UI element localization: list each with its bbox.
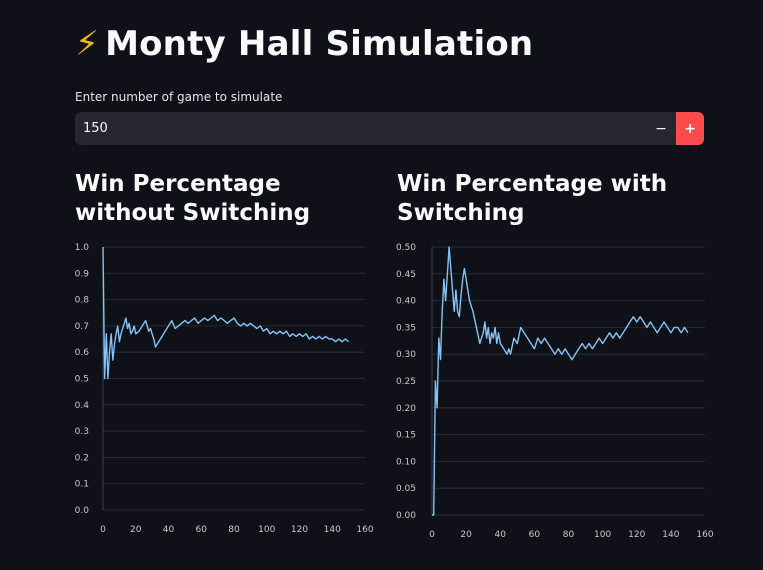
y-tick-label: 0.20: [396, 404, 416, 414]
x-tick-label: 140: [324, 525, 341, 535]
x-tick-label: 20: [460, 530, 472, 540]
y-tick-label: 0.15: [396, 431, 416, 441]
x-tick-label: 80: [563, 530, 575, 540]
x-tick-label: 60: [529, 530, 541, 540]
x-tick-label: 160: [696, 530, 713, 540]
chart-title-switch: Win Percentage with Switching: [397, 171, 668, 226]
y-tick-label: 0.6: [75, 348, 90, 358]
y-tick-label: 0.4: [75, 401, 90, 411]
x-tick-label: 40: [495, 530, 507, 540]
games-number-input: 150 − +: [75, 112, 704, 145]
chart-no-switch: 0.0 0.1 0.2 0.3 0.4 0.5 0.6 0.7 0.8 0.9 1.0 0 20 40 60…: [75, 243, 374, 535]
x-tick-label: 100: [258, 525, 275, 535]
page-title: ⚡ Monty Hall Simulation: [75, 24, 533, 64]
y-tick-label: 0.7: [75, 322, 89, 332]
y-tick-label: 0.8: [75, 296, 90, 306]
x-tick-label: 100: [594, 530, 611, 540]
y-tick-label: 0.1: [75, 480, 89, 490]
y-tick-label: 0.50: [396, 243, 416, 253]
y-tick-label: 0.0: [75, 506, 90, 516]
x-tick-label: 60: [196, 525, 208, 535]
y-tick-label: 0.30: [396, 350, 416, 360]
y-tick-label: 0.45: [396, 270, 416, 280]
y-tick-label: 0.00: [396, 511, 416, 521]
x-tick-label: 80: [228, 525, 240, 535]
y-tick-label: 0.2: [75, 453, 89, 463]
x-tick-label: 0: [429, 530, 435, 540]
x-tick-label: 0: [100, 525, 106, 535]
chart-switch: 0.00 0.05 0.10 0.15 0.20 0.25 0.30 0.35 0.40 0.45…: [396, 243, 714, 540]
y-tick-label: 1.0: [75, 243, 90, 253]
y-tick-label: 0.9: [75, 269, 90, 279]
x-tick-label: 160: [356, 525, 373, 535]
x-tick-label: 20: [130, 525, 142, 535]
decrement-button[interactable]: −: [646, 112, 676, 145]
increment-button[interactable]: +: [676, 112, 704, 145]
chart-title-no-switch: Win Percentage without Switching: [75, 171, 311, 226]
y-tick-label: 0.10: [396, 457, 416, 467]
y-tick-label: 0.25: [396, 377, 416, 387]
x-tick-label: 120: [291, 525, 308, 535]
page-title-text: Monty Hall Simulation: [105, 24, 534, 64]
y-tick-label: 0.05: [396, 484, 416, 494]
games-input-label: Enter number of game to simulate: [75, 90, 283, 104]
y-tick-label: 0.3: [75, 427, 89, 437]
lightning-bolt-icon: ⚡: [75, 24, 100, 64]
y-tick-label: 0.5: [75, 375, 89, 385]
x-tick-label: 40: [163, 525, 175, 535]
y-tick-label: 0.40: [396, 297, 416, 307]
y-tick-label: 0.35: [396, 323, 416, 333]
games-input-field[interactable]: 150: [75, 121, 646, 136]
series-line: [102, 246, 350, 380]
x-tick-label: 120: [628, 530, 645, 540]
x-tick-label: 140: [662, 530, 679, 540]
